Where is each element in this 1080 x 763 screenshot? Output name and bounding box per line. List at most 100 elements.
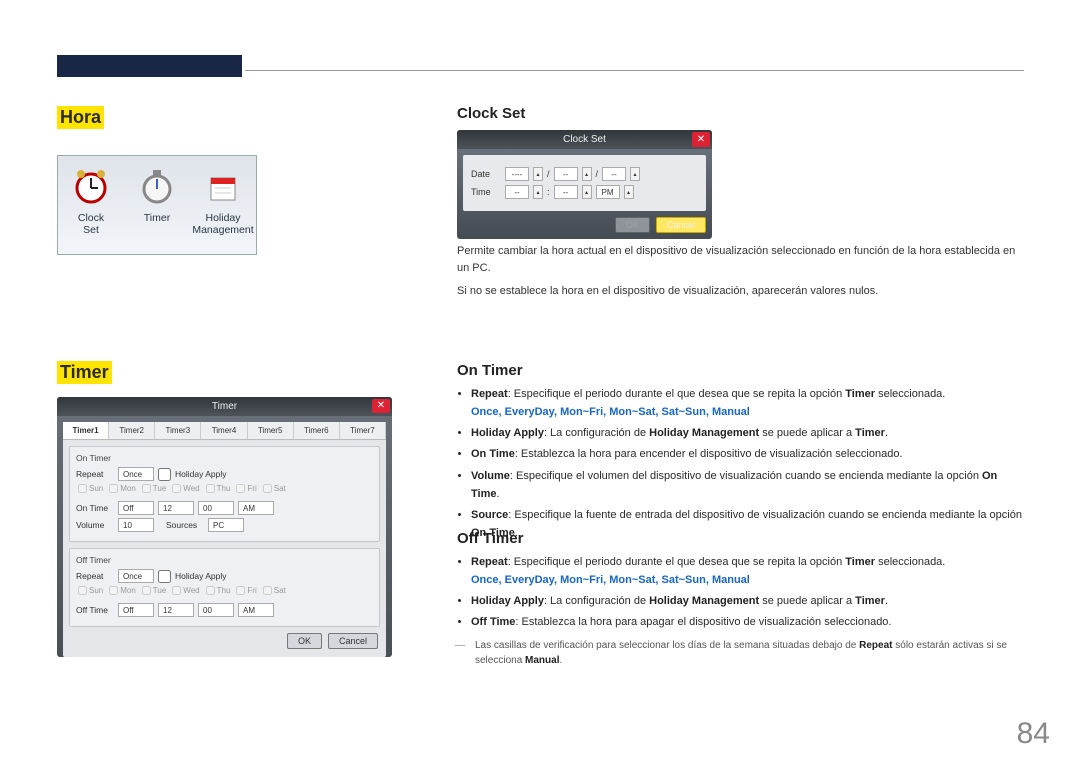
off-time-enable[interactable]: Off <box>118 603 154 617</box>
repeat-select[interactable]: Once <box>118 467 154 481</box>
day-check[interactable]: Sun <box>78 484 103 493</box>
day-check[interactable]: Sun <box>78 586 103 595</box>
timer-label: Timer <box>124 212 190 224</box>
date-month[interactable]: -- <box>554 167 578 181</box>
repeat-label: Repeat <box>76 571 114 581</box>
time-hour[interactable]: -- <box>505 185 529 199</box>
list-item: Holiday Apply: La configuración de Holid… <box>471 424 1027 442</box>
page-number: 84 <box>1017 717 1050 751</box>
cancel-button[interactable]: Cancel <box>656 217 706 233</box>
hora-heading: Hora <box>57 106 104 129</box>
off-timer-group: Off Timer Repeat Once Holiday Apply Sun … <box>69 548 380 627</box>
off-time-ampm[interactable]: AM <box>238 603 274 617</box>
footnote: Las casillas de verificación para selecc… <box>471 638 1027 668</box>
on-time-min[interactable]: 00 <box>198 501 234 515</box>
clockset-desc-1: Permite cambiar la hora actual en el dis… <box>457 243 1027 277</box>
tab-timer7[interactable]: Timer7 <box>340 422 386 439</box>
holiday-apply-check[interactable] <box>158 570 171 583</box>
clock-set-icon[interactable]: Clock Set <box>58 156 124 254</box>
list-item: Repeat: Especifique el periodo durante e… <box>471 553 1027 589</box>
ok-button[interactable]: OK <box>615 217 650 233</box>
spin-btn[interactable]: ▴ <box>533 167 543 181</box>
timer-dialog: Timer ✕ Timer1 Timer2 Timer3 Timer4 Time… <box>57 397 392 657</box>
holiday-mgmt-icon[interactable]: Holiday Management <box>190 156 256 254</box>
day-check[interactable]: Fri <box>236 586 256 595</box>
clock-set-label: Clock Set <box>58 212 124 236</box>
volume-value[interactable]: 10 <box>118 518 154 532</box>
stopwatch-icon <box>137 166 177 206</box>
calendar-icon <box>203 166 243 206</box>
list-item: Repeat: Especifique el periodo durante e… <box>471 385 1027 421</box>
spin-btn[interactable]: ▴ <box>624 185 634 199</box>
list-item: Holiday Apply: La configuración de Holid… <box>471 592 1027 610</box>
volume-label: Volume <box>76 520 114 530</box>
holiday-label: Holiday Management <box>190 212 256 236</box>
repeat-select[interactable]: Once <box>118 569 154 583</box>
sources-select[interactable]: PC <box>208 518 244 532</box>
alarm-clock-icon <box>71 166 111 206</box>
tab-timer1[interactable]: Timer1 <box>63 422 109 439</box>
cancel-button[interactable]: Cancel <box>328 633 378 649</box>
day-check[interactable]: Wed <box>172 586 199 595</box>
timer-tabs: Timer1 Timer2 Timer3 Timer4 Timer5 Timer… <box>63 422 386 440</box>
date-year[interactable]: ---- <box>505 167 529 181</box>
day-check[interactable]: Thu <box>206 484 231 493</box>
off-time-hour[interactable]: 12 <box>158 603 194 617</box>
timer-icon[interactable]: Timer <box>124 156 190 254</box>
holiday-apply-check[interactable] <box>158 468 171 481</box>
day-check[interactable]: Thu <box>206 586 231 595</box>
day-check[interactable]: Sat <box>263 586 286 595</box>
time-ampm[interactable]: PM <box>596 185 620 199</box>
slash: / <box>596 169 599 179</box>
day-check[interactable]: Mon <box>109 484 136 493</box>
close-button[interactable]: ✕ <box>692 132 710 147</box>
list-item: Volume: Especifique el volumen del dispo… <box>471 467 1027 503</box>
on-time-enable[interactable]: Off <box>118 501 154 515</box>
list-item: On Time: Establezca la hora para encende… <box>471 445 1027 463</box>
slash: / <box>547 169 550 179</box>
off-time-label: Off Time <box>76 605 114 615</box>
day-check[interactable]: Wed <box>172 484 199 493</box>
chapter-bar <box>57 55 242 77</box>
ok-button[interactable]: OK <box>287 633 322 649</box>
hora-icon-strip: Clock Set Timer Holiday Management <box>57 155 257 255</box>
list-item: Off Time: Establezca la hora para apagar… <box>471 613 1027 631</box>
spin-btn[interactable]: ▴ <box>630 167 640 181</box>
on-time-hour[interactable]: 12 <box>158 501 194 515</box>
tab-timer5[interactable]: Timer5 <box>248 422 294 439</box>
time-min[interactable]: -- <box>554 185 578 199</box>
top-rule <box>245 70 1024 71</box>
on-time-ampm[interactable]: AM <box>238 501 274 515</box>
off-timer-heading: Off Timer <box>457 530 1027 547</box>
day-checks-off: Sun Mon Tue Wed Thu Fri Sat <box>78 586 373 595</box>
timer-heading: Timer <box>57 361 112 384</box>
timer-title-text: Timer <box>212 401 237 412</box>
timer-dialog-title: Timer ✕ <box>57 397 392 416</box>
day-check[interactable]: Fri <box>236 484 256 493</box>
day-check[interactable]: Sat <box>263 484 286 493</box>
clock-set-dialog-title: Clock Set ✕ <box>457 130 712 149</box>
on-time-label: On Time <box>76 503 114 513</box>
close-button[interactable]: ✕ <box>372 399 390 413</box>
date-label: Date <box>471 169 501 179</box>
day-check[interactable]: Tue <box>142 586 167 595</box>
day-checks-on: Sun Mon Tue Wed Thu Fri Sat <box>78 484 373 493</box>
day-check[interactable]: Mon <box>109 586 136 595</box>
holiday-apply-label: Holiday Apply <box>175 571 227 581</box>
tab-timer2[interactable]: Timer2 <box>109 422 155 439</box>
on-timer-group: On Timer Repeat Once Holiday Apply Sun M… <box>69 446 380 542</box>
spin-btn[interactable]: ▴ <box>582 167 592 181</box>
tab-timer6[interactable]: Timer6 <box>294 422 340 439</box>
off-time-min[interactable]: 00 <box>198 603 234 617</box>
on-timer-group-label: On Timer <box>76 453 373 463</box>
spin-btn[interactable]: ▴ <box>582 185 592 199</box>
colon: : <box>547 187 550 197</box>
on-timer-heading: On Timer <box>457 362 1027 379</box>
repeat-label: Repeat <box>76 469 114 479</box>
date-day[interactable]: -- <box>602 167 626 181</box>
tab-timer4[interactable]: Timer4 <box>201 422 247 439</box>
tab-timer3[interactable]: Timer3 <box>155 422 201 439</box>
clock-set-title-text: Clock Set <box>563 134 606 145</box>
spin-btn[interactable]: ▴ <box>533 185 543 199</box>
day-check[interactable]: Tue <box>142 484 167 493</box>
